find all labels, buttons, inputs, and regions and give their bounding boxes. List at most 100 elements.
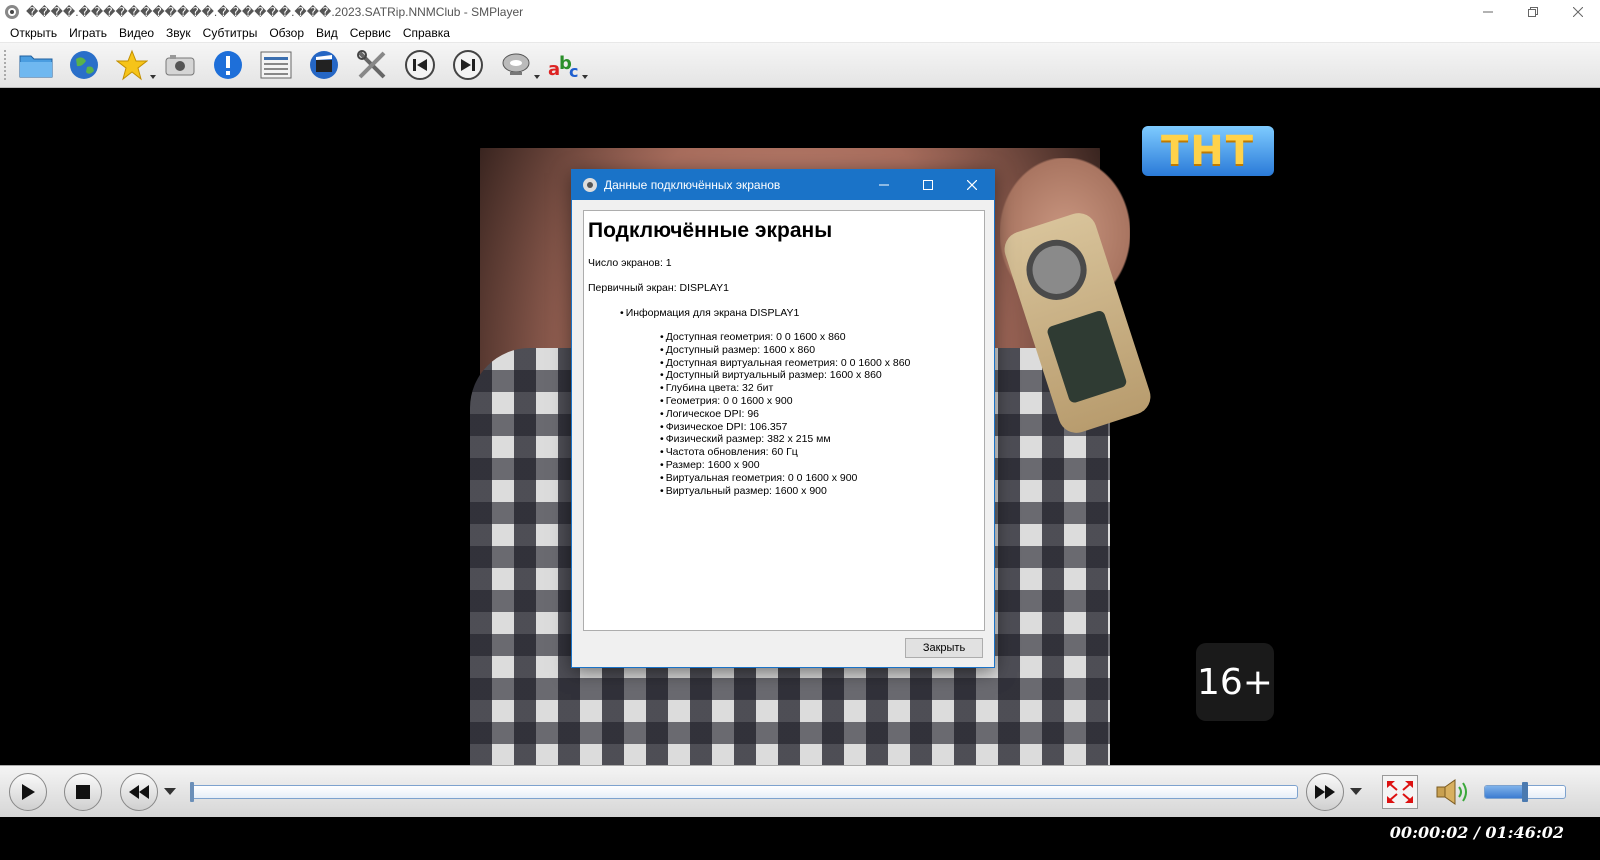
list-item: Виртуальная геометрия: 0 0 1600 x 900 [660, 472, 980, 485]
dialog-heading: Подключённые экраны [588, 219, 833, 242]
dialog-close-button[interactable]: Закрыть [905, 638, 983, 658]
window-title: ����.�����������.������.���.2023.SATRip.… [26, 4, 524, 19]
list-item: Размер: 1600 x 900 [660, 459, 980, 472]
dialog-title: Данные подключённых экранов [604, 178, 781, 192]
volume-handle[interactable] [1522, 782, 1528, 802]
list-item: Физический размер: 382 x 215 мм [660, 433, 980, 446]
menu-view[interactable]: Вид [310, 26, 344, 40]
seek-bar[interactable] [190, 785, 1298, 799]
smplayer-dialog-icon [583, 178, 597, 192]
next-button[interactable] [448, 45, 488, 85]
video-equalizer-button[interactable] [304, 45, 344, 85]
stop-button[interactable] [64, 773, 102, 811]
age-rating-badge: 16+ [1196, 643, 1274, 721]
playlist-button[interactable] [256, 45, 296, 85]
close-icon [967, 180, 977, 190]
rewind-icon [129, 785, 149, 799]
rewind-button[interactable] [120, 773, 158, 811]
menu-subtitles[interactable]: Субтитры [197, 26, 264, 40]
dialog-minimize-button[interactable] [862, 170, 906, 200]
stop-icon [76, 785, 90, 799]
minimize-icon [1482, 11, 1493, 12]
toolbar-grip[interactable] [4, 50, 8, 80]
forward-button[interactable] [1306, 773, 1344, 811]
info-button[interactable] [208, 45, 248, 85]
screen-details-list: Доступная геометрия: 0 0 1600 x 860 Дост… [660, 331, 980, 497]
smplayer-app-icon [5, 4, 19, 19]
open-url-globe-icon [70, 51, 98, 79]
screenshot-camera-icon [165, 55, 195, 76]
screen-info-header: Информация для экрана DISPLAY1 [620, 307, 980, 319]
fullscreen-icon [1387, 781, 1413, 803]
open-url-button[interactable] [64, 45, 104, 85]
menu-browse[interactable]: Обзор [263, 26, 310, 40]
svg-text:c: c [569, 62, 578, 81]
close-icon [1572, 6, 1583, 17]
menu-bar: Открыть Играть Видео Звук Субтитры Обзор… [0, 23, 1600, 43]
audio-track-icon [502, 53, 530, 75]
channel-logo: ТНТ [1142, 126, 1274, 176]
favorites-star-icon [116, 49, 148, 81]
restore-icon [1527, 6, 1538, 17]
window-close-button[interactable] [1555, 0, 1600, 23]
list-item: Глубина цвета: 32 бит [660, 382, 980, 395]
play-icon [22, 784, 35, 800]
minimize-button[interactable] [1465, 0, 1510, 23]
restore-button[interactable] [1510, 0, 1555, 23]
list-item: Доступная геометрия: 0 0 1600 x 860 [660, 331, 980, 344]
screens-info-dialog: Данные подключённых экранов Подключённые… [571, 169, 995, 668]
info-icon [214, 51, 242, 79]
menu-audio[interactable]: Звук [160, 26, 197, 40]
preferences-tools-icon [357, 50, 386, 79]
list-item: Частота обновления: 60 Гц [660, 446, 980, 459]
menu-video[interactable]: Видео [113, 26, 160, 40]
open-folder-icon [19, 55, 53, 78]
fullscreen-button[interactable] [1382, 775, 1418, 809]
play-button[interactable] [9, 773, 47, 811]
maximize-icon [923, 180, 933, 190]
primary-screen-text: Первичный экран: DISPLAY1 [588, 282, 729, 294]
list-item: Геометрия: 0 0 1600 x 900 [660, 395, 980, 408]
preferences-button[interactable] [352, 45, 392, 85]
audio-track-dropdown-arrow[interactable] [534, 75, 540, 79]
main-toolbar: a b c [0, 43, 1600, 88]
next-track-icon [453, 50, 483, 80]
phone-dial [1018, 232, 1095, 308]
menu-open[interactable]: Открыть [4, 26, 63, 40]
subtitles-dropdown-arrow[interactable] [582, 75, 588, 79]
subtitles-abc-icon: a b c [548, 53, 578, 81]
phone-screen [1045, 309, 1128, 405]
dialog-title-bar: Данные подключённых экранов [572, 170, 994, 200]
minimize-icon [879, 184, 889, 186]
dialog-content: Подключённые экраны Число экранов: 1 Пер… [583, 210, 985, 631]
video-clapper-icon [310, 51, 338, 79]
menu-play[interactable]: Играть [63, 26, 113, 40]
open-file-button[interactable] [16, 45, 56, 85]
forward-icon [1315, 785, 1335, 799]
title-bar: ����.�����������.������.���.2023.SATRip.… [0, 0, 1600, 23]
list-item: Виртуальный размер: 1600 x 900 [660, 485, 980, 498]
time-display: 00:00:02 / 01:46:02 [1389, 823, 1564, 842]
screenshot-button[interactable] [160, 45, 200, 85]
list-item: Доступный размер: 1600 x 860 [660, 344, 980, 357]
favorites-dropdown-arrow[interactable] [150, 75, 156, 79]
list-item: Логическое DPI: 96 [660, 408, 980, 421]
list-item: Доступная виртуальная геометрия: 0 0 160… [660, 357, 980, 370]
control-bar [0, 765, 1600, 817]
rewind-dropdown-arrow[interactable] [164, 788, 176, 796]
menu-help[interactable]: Справка [397, 26, 456, 40]
mute-button[interactable] [1434, 775, 1472, 809]
dialog-maximize-button[interactable] [906, 170, 950, 200]
forward-dropdown-arrow[interactable] [1350, 788, 1362, 796]
subtitles-button[interactable]: a b c [544, 45, 588, 85]
screen-count-text: Число экранов: 1 [588, 257, 672, 269]
volume-fill [1485, 786, 1525, 798]
speaker-volume-icon [1436, 779, 1467, 805]
audio-track-button[interactable] [496, 45, 540, 85]
seek-handle[interactable] [190, 782, 195, 802]
dialog-close-x-button[interactable] [950, 170, 994, 200]
favorites-button[interactable] [112, 45, 156, 85]
list-item: Доступный виртуальный размер: 1600 x 860 [660, 369, 980, 382]
previous-button[interactable] [400, 45, 440, 85]
menu-options[interactable]: Сервис [344, 26, 397, 40]
